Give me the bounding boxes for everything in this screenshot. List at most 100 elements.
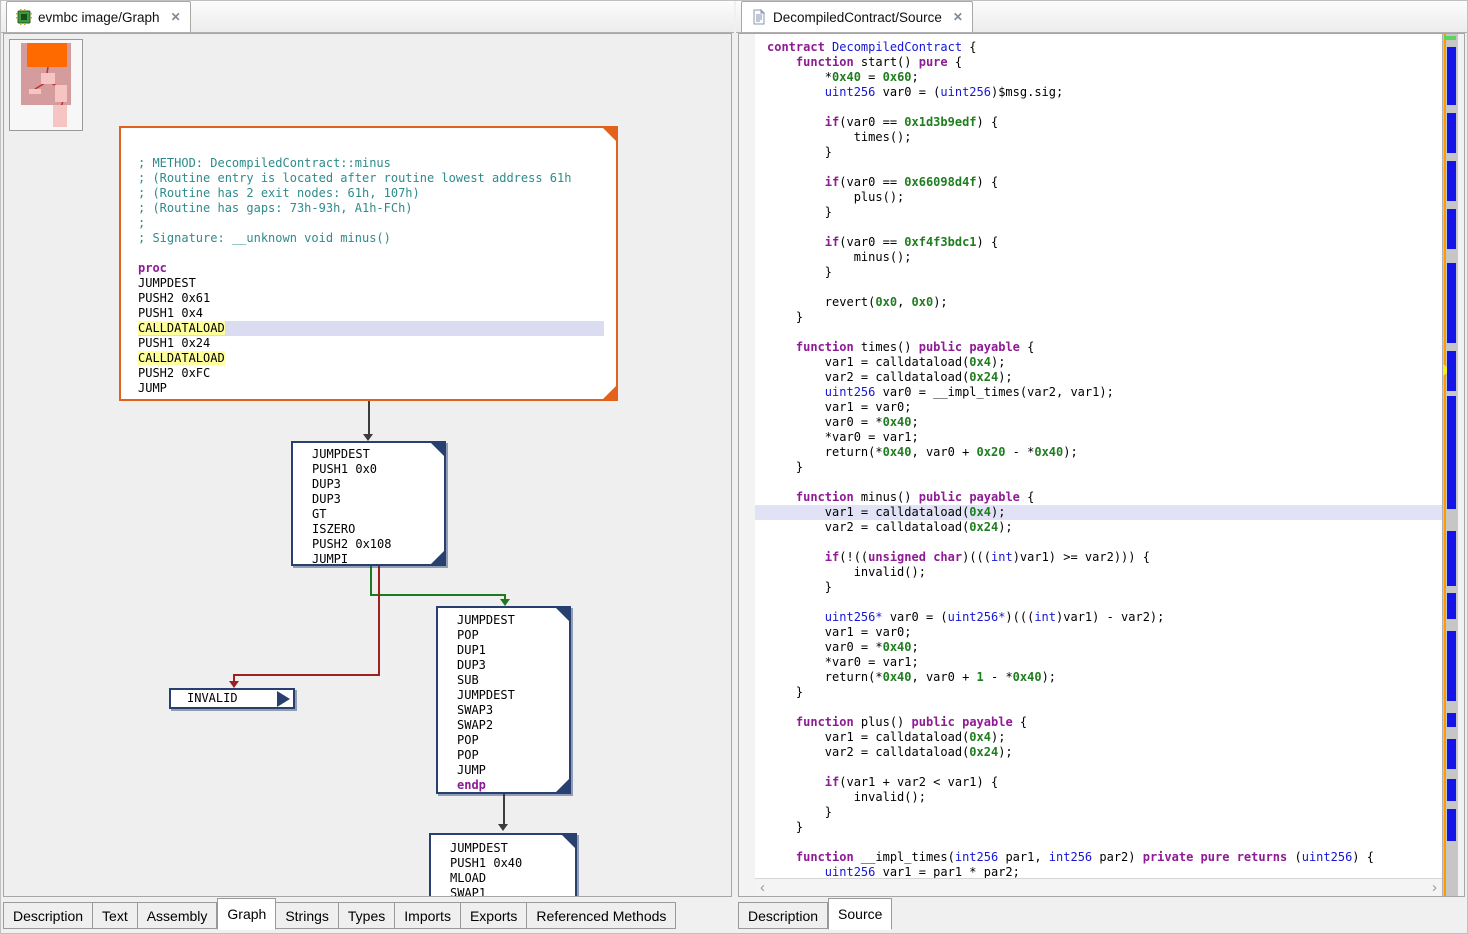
- code-line[interactable]: contract DecompiledContract {: [767, 40, 1442, 55]
- node-instruction[interactable]: MLOAD: [450, 871, 571, 886]
- source-map-marker[interactable]: [1447, 631, 1456, 701]
- code-line[interactable]: }: [767, 580, 1442, 595]
- source-map-marker[interactable]: [1447, 531, 1456, 586]
- code-line[interactable]: function plus() public payable {: [767, 715, 1442, 730]
- code-line[interactable]: if(var0 == 0x1d3b9edf) {: [767, 115, 1442, 130]
- bottom-tab-imports[interactable]: Imports: [395, 902, 461, 929]
- bottom-tab-types[interactable]: Types: [339, 902, 395, 929]
- graph-node-branch[interactable]: JUMPDESTPUSH1 0x0DUP3DUP3GTISZEROPUSH2 0…: [291, 441, 446, 566]
- graph-node-entry[interactable]: ; METHOD: DecompiledContract::minus; (Ro…: [119, 126, 618, 401]
- bottom-tab-exports[interactable]: Exports: [461, 902, 527, 929]
- node-instruction[interactable]: POP: [457, 733, 565, 748]
- code-line[interactable]: }: [767, 205, 1442, 220]
- code-line[interactable]: }: [767, 820, 1442, 835]
- node-instruction[interactable]: PUSH1 0x40: [450, 856, 571, 871]
- close-icon[interactable]: ✕: [171, 10, 181, 24]
- node-instruction[interactable]: PUSH1 0x4: [138, 306, 612, 321]
- code-line[interactable]: *var0 = var1;: [767, 430, 1442, 445]
- scroll-right-icon[interactable]: ›: [1427, 879, 1442, 897]
- node-instruction[interactable]: JUMPDEST: [312, 447, 440, 462]
- node-instruction[interactable]: PUSH2 0x61: [138, 291, 612, 306]
- graph-node-sub[interactable]: JUMPDESTPOPDUP1DUP3SUBJUMPDESTSWAP3SWAP2…: [436, 606, 571, 794]
- node-instruction[interactable]: POP: [457, 748, 565, 763]
- code-line[interactable]: }: [767, 460, 1442, 475]
- horizontal-scrollbar[interactable]: ‹ ›: [755, 878, 1442, 896]
- code-line[interactable]: var1 = var0;: [767, 625, 1442, 640]
- code-line[interactable]: var1 = calldataload(0x4);: [767, 730, 1442, 745]
- node-instruction[interactable]: JUMPDEST: [457, 688, 565, 703]
- node-instruction[interactable]: SUB: [457, 673, 565, 688]
- node-instruction[interactable]: JUMPDEST: [138, 276, 612, 291]
- code-line[interactable]: var1 = calldataload(0x4);: [755, 505, 1442, 520]
- code-line[interactable]: uint256 var1 = par1 * par2;: [767, 865, 1442, 878]
- source-map-marker[interactable]: [1447, 779, 1456, 801]
- node-instruction[interactable]: DUP3: [312, 477, 440, 492]
- node-instruction[interactable]: PUSH1 0x0: [312, 462, 440, 477]
- code-line[interactable]: uint256* var0 = (uint256*)(((int)var1) -…: [767, 610, 1442, 625]
- code-line[interactable]: times();: [767, 130, 1442, 145]
- source-map-marker[interactable]: [1447, 263, 1456, 343]
- code-line[interactable]: function __impl_times(int256 par1, int25…: [767, 850, 1442, 865]
- graph-node-ret[interactable]: JUMPDESTPUSH1 0x40MLOADSWAP1DUP2: [429, 833, 577, 897]
- code-line[interactable]: var2 = calldataload(0x24);: [767, 745, 1442, 760]
- code-line[interactable]: return(*0x40, var0 + 1 - *0x40);: [767, 670, 1442, 685]
- code-line[interactable]: var1 = var0;: [767, 400, 1442, 415]
- code-line[interactable]: [767, 760, 1442, 775]
- code-line[interactable]: if(!((unsigned char)(((int)var1) >= var2…: [767, 550, 1442, 565]
- node-instruction[interactable]: proc: [138, 261, 612, 276]
- node-instruction[interactable]: endp: [457, 778, 565, 792]
- node-instruction[interactable]: JUMPI: [312, 552, 440, 564]
- node-instruction[interactable]: JUMP: [457, 763, 565, 778]
- node-instruction[interactable]: DUP3: [457, 658, 565, 673]
- source-map-marker[interactable]: [1447, 739, 1456, 769]
- source-map-marker[interactable]: [1447, 113, 1456, 153]
- code-line[interactable]: function start() pure {: [767, 55, 1442, 70]
- source-map-marker[interactable]: [1447, 209, 1456, 249]
- node-instruction[interactable]: JUMPDEST: [457, 613, 565, 628]
- code-line[interactable]: [767, 835, 1442, 850]
- code-line[interactable]: [767, 535, 1442, 550]
- node-instruction[interactable]: ISZERO: [312, 522, 440, 537]
- source-map-marker[interactable]: [1447, 351, 1456, 391]
- code-line[interactable]: [767, 325, 1442, 340]
- close-icon[interactable]: ✕: [953, 10, 963, 24]
- node-instruction[interactable]: JUMPDEST: [450, 841, 571, 856]
- code-line[interactable]: *0x40 = 0x60;: [767, 70, 1442, 85]
- code-line[interactable]: function minus() public payable {: [767, 490, 1442, 505]
- code-line[interactable]: revert(0x0, 0x0);: [767, 295, 1442, 310]
- code-line[interactable]: }: [767, 310, 1442, 325]
- code-line[interactable]: uint256 var0 = (uint256)$msg.sig;: [767, 85, 1442, 100]
- code-line[interactable]: }: [767, 685, 1442, 700]
- code-line[interactable]: invalid();: [767, 790, 1442, 805]
- source-map-marker[interactable]: [1447, 713, 1456, 727]
- source-map-marker[interactable]: [1447, 809, 1456, 841]
- code-line[interactable]: uint256 var0 = __impl_times(var2, var1);: [767, 385, 1442, 400]
- code-line[interactable]: var1 = calldataload(0x4);: [767, 355, 1442, 370]
- code-line[interactable]: minus();: [767, 250, 1442, 265]
- node-instruction[interactable]: DUP3: [312, 492, 440, 507]
- code-line[interactable]: if(var0 == 0x66098d4f) {: [767, 175, 1442, 190]
- scroll-left-icon[interactable]: ‹: [755, 879, 770, 897]
- bottom-tab-graph[interactable]: Graph: [217, 898, 276, 930]
- code-line[interactable]: [767, 595, 1442, 610]
- node-instruction[interactable]: SWAP1: [450, 886, 571, 897]
- code-line[interactable]: [767, 220, 1442, 235]
- graph-canvas[interactable]: ; METHOD: DecompiledContract::minus; (Ro…: [3, 33, 732, 897]
- source-map-marker[interactable]: [1447, 161, 1456, 201]
- bottom-tab-referenced-methods[interactable]: Referenced Methods: [527, 902, 676, 929]
- graph-node-invalid[interactable]: INVALID: [169, 688, 295, 709]
- code-line[interactable]: }: [767, 265, 1442, 280]
- node-instruction[interactable]: INVALID: [171, 690, 293, 705]
- node-instruction[interactable]: DUP1: [457, 643, 565, 658]
- code-line[interactable]: var0 = *0x40;: [767, 640, 1442, 655]
- node-instruction[interactable]: SWAP3: [457, 703, 565, 718]
- code-line[interactable]: [767, 475, 1442, 490]
- bottom-tab-strings[interactable]: Strings: [276, 902, 339, 929]
- node-instruction[interactable]: CALLDATALOAD: [138, 321, 604, 336]
- node-instruction[interactable]: PUSH1 0x24: [138, 336, 612, 351]
- node-instruction[interactable]: CALLDATALOAD: [138, 351, 612, 366]
- node-instruction[interactable]: PUSH2 0x108: [312, 537, 440, 552]
- code-line[interactable]: [767, 280, 1442, 295]
- code-line[interactable]: var0 = *0x40;: [767, 415, 1442, 430]
- source-map-marker[interactable]: [1447, 396, 1456, 509]
